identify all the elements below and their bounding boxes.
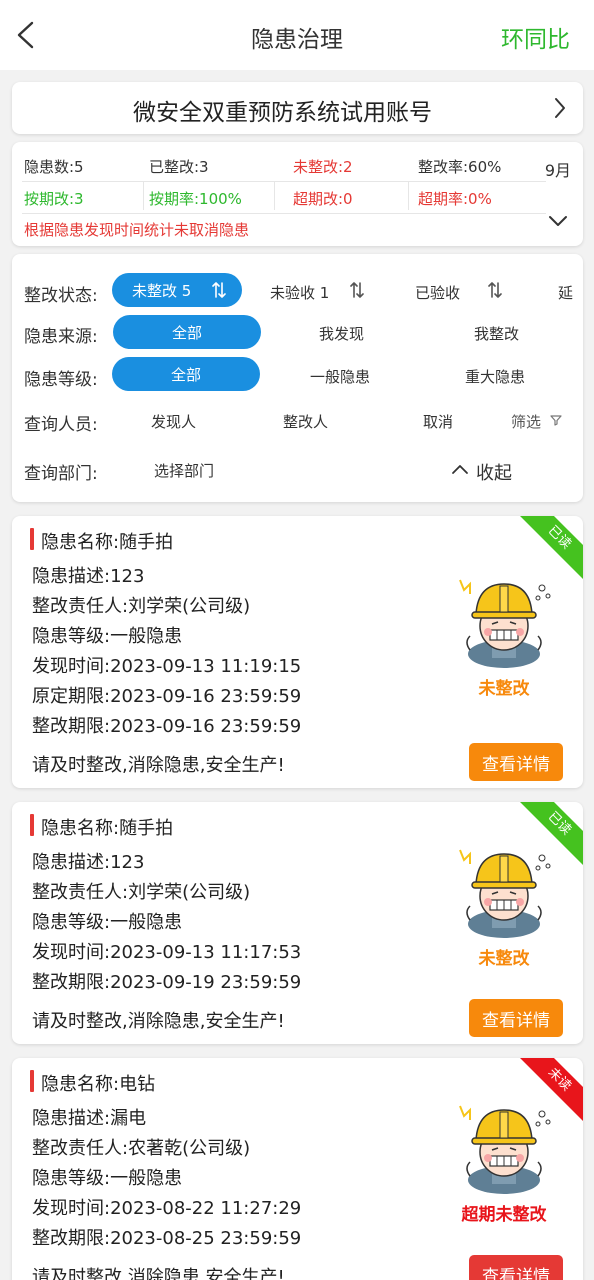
status-option-label: 未整改 5 [132, 281, 192, 300]
divider [22, 181, 546, 182]
hazard-description: 隐患描述:123 [32, 566, 145, 587]
sort-icon[interactable] [488, 281, 502, 299]
chevron-right-icon [555, 98, 565, 118]
dept-select[interactable]: 选择部门 [154, 460, 214, 481]
hazard-deadline: 整改期限:2023-09-16 23:59:59 [32, 716, 302, 737]
stat-total: 隐患数:5 [24, 158, 84, 176]
worker-mascot-icon [452, 1100, 556, 1196]
person-option-rectifier[interactable]: 整改人 [283, 411, 328, 432]
collapse-button[interactable]: 收起 [476, 459, 512, 485]
divider [408, 182, 409, 210]
hazard-name: 隐患名称:随手拍 [41, 532, 174, 553]
person-filter-button[interactable]: 筛选 [511, 411, 541, 432]
month-selector[interactable]: 9月 [545, 157, 571, 181]
source-option-rectify-by-me[interactable]: 我整改 [474, 323, 519, 344]
title-marker [30, 528, 34, 550]
hazard-name: 隐患名称:随手拍 [41, 818, 174, 839]
stat-on-time-rate: 按期率:100% [149, 190, 242, 208]
top-bar: 隐患治理 环同比 [0, 0, 594, 70]
stat-rectified: 已整改:3 [149, 158, 209, 176]
hazard-status: 未整改 [478, 949, 530, 969]
worker-mascot-icon [452, 844, 556, 940]
hazard-slogan: 请及时整改,消除隐患,安全生产! [32, 1267, 285, 1280]
level-filter-label: 隐患等级: [24, 370, 98, 390]
level-option-major[interactable]: 重大隐患 [465, 366, 525, 387]
hazard-found-time: 发现时间:2023-08-22 11:27:29 [32, 1198, 302, 1219]
hazard-description: 隐患描述:123 [32, 852, 145, 873]
view-details-button[interactable]: 查看详情 [469, 1255, 563, 1280]
filter-panel: 整改状态: 未整改 5 未验收 1 已验收 延 隐患来源: 全部 我发现 我整改… [12, 254, 583, 502]
divider [274, 182, 275, 210]
hazard-level: 隐患等级:一般隐患 [32, 912, 183, 933]
dept-filter-label: 查询部门: [24, 464, 98, 484]
status-option-accepted[interactable]: 已验收 [415, 282, 460, 303]
stat-unrectified: 未整改:2 [293, 158, 353, 176]
account-name: 微安全双重预防系统试用账号 [133, 100, 432, 126]
account-selector[interactable]: 微安全双重预防系统试用账号 [12, 82, 583, 134]
chevron-down-icon[interactable] [547, 214, 569, 228]
chevron-up-icon[interactable] [451, 463, 469, 475]
level-option-all[interactable]: 全部 [112, 357, 260, 391]
hazard-level: 隐患等级:一般隐患 [32, 1168, 183, 1189]
source-option-all[interactable]: 全部 [113, 315, 261, 349]
hazard-level: 隐患等级:一般隐患 [32, 626, 183, 647]
hazard-status: 未整改 [478, 679, 530, 699]
person-filter-label: 查询人员: [24, 415, 98, 435]
hazard-owner: 整改责任人:刘学荣(公司级) [32, 596, 251, 617]
status-option-delayed[interactable]: 延 [558, 282, 573, 303]
divider [143, 182, 144, 210]
hazard-owner: 整改责任人:刘学荣(公司级) [32, 882, 251, 903]
person-cancel-button[interactable]: 取消 [423, 411, 453, 432]
filter-icon [550, 415, 562, 426]
sort-icon [212, 282, 226, 298]
stat-rectify-rate: 整改率:60% [418, 158, 502, 176]
person-option-finder[interactable]: 发现人 [151, 411, 196, 432]
hazard-description: 隐患描述:漏电 [32, 1108, 147, 1129]
stats-note: 根据隐患发现时间统计未取消隐患 [24, 221, 250, 239]
hazard-original-deadline: 原定期限:2023-09-16 23:59:59 [32, 686, 302, 707]
hazard-found-time: 发现时间:2023-09-13 11:17:53 [32, 942, 302, 963]
status-filter-label: 整改状态: [24, 286, 98, 306]
compare-button[interactable]: 环同比 [501, 20, 570, 54]
worker-mascot-icon [452, 574, 556, 670]
hazard-slogan: 请及时整改,消除隐患,安全生产! [32, 1011, 285, 1032]
title-marker [30, 1070, 34, 1092]
status-option-unaccepted[interactable]: 未验收 1 [270, 282, 329, 303]
hazard-found-time: 发现时间:2023-09-13 11:19:15 [32, 656, 302, 677]
stat-overdue-rate: 超期率:0% [418, 190, 492, 208]
sort-icon[interactable] [350, 281, 364, 299]
hazard-deadline: 整改期限:2023-08-25 23:59:59 [32, 1228, 302, 1249]
source-filter-label: 隐患来源: [24, 327, 98, 347]
hazard-card[interactable]: 未读 隐患名称:电钻 隐患描述:漏电 整改责任人:农著乾(公司级) 隐患等级:一… [12, 1058, 583, 1280]
hazard-slogan: 请及时整改,消除隐患,安全生产! [32, 755, 285, 776]
view-details-button[interactable]: 查看详情 [469, 743, 563, 781]
divider [22, 213, 546, 214]
status-option-unrectified[interactable]: 未整改 5 [112, 273, 242, 307]
hazard-card[interactable]: 已读 隐患名称:随手拍 隐患描述:123 整改责任人:刘学荣(公司级) 隐患等级… [12, 516, 583, 788]
hazard-owner: 整改责任人:农著乾(公司级) [32, 1138, 251, 1159]
level-option-general[interactable]: 一般隐患 [310, 366, 370, 387]
hazard-card[interactable]: 已读 隐患名称:随手拍 隐患描述:123 整改责任人:刘学荣(公司级) 隐患等级… [12, 802, 583, 1044]
hazard-status: 超期未整改 [461, 1205, 547, 1225]
stat-overdue: 超期改:0 [293, 190, 353, 208]
source-option-found-by-me[interactable]: 我发现 [319, 323, 364, 344]
stats-panel: 隐患数:5 已整改:3 未整改:2 整改率:60% 9月 按期改:3 按期率:1… [12, 142, 583, 246]
stat-on-time: 按期改:3 [24, 190, 84, 208]
title-marker [30, 814, 34, 836]
hazard-name: 隐患名称:电钻 [41, 1074, 156, 1095]
view-details-button[interactable]: 查看详情 [469, 999, 563, 1037]
hazard-deadline: 整改期限:2023-09-19 23:59:59 [32, 972, 302, 993]
